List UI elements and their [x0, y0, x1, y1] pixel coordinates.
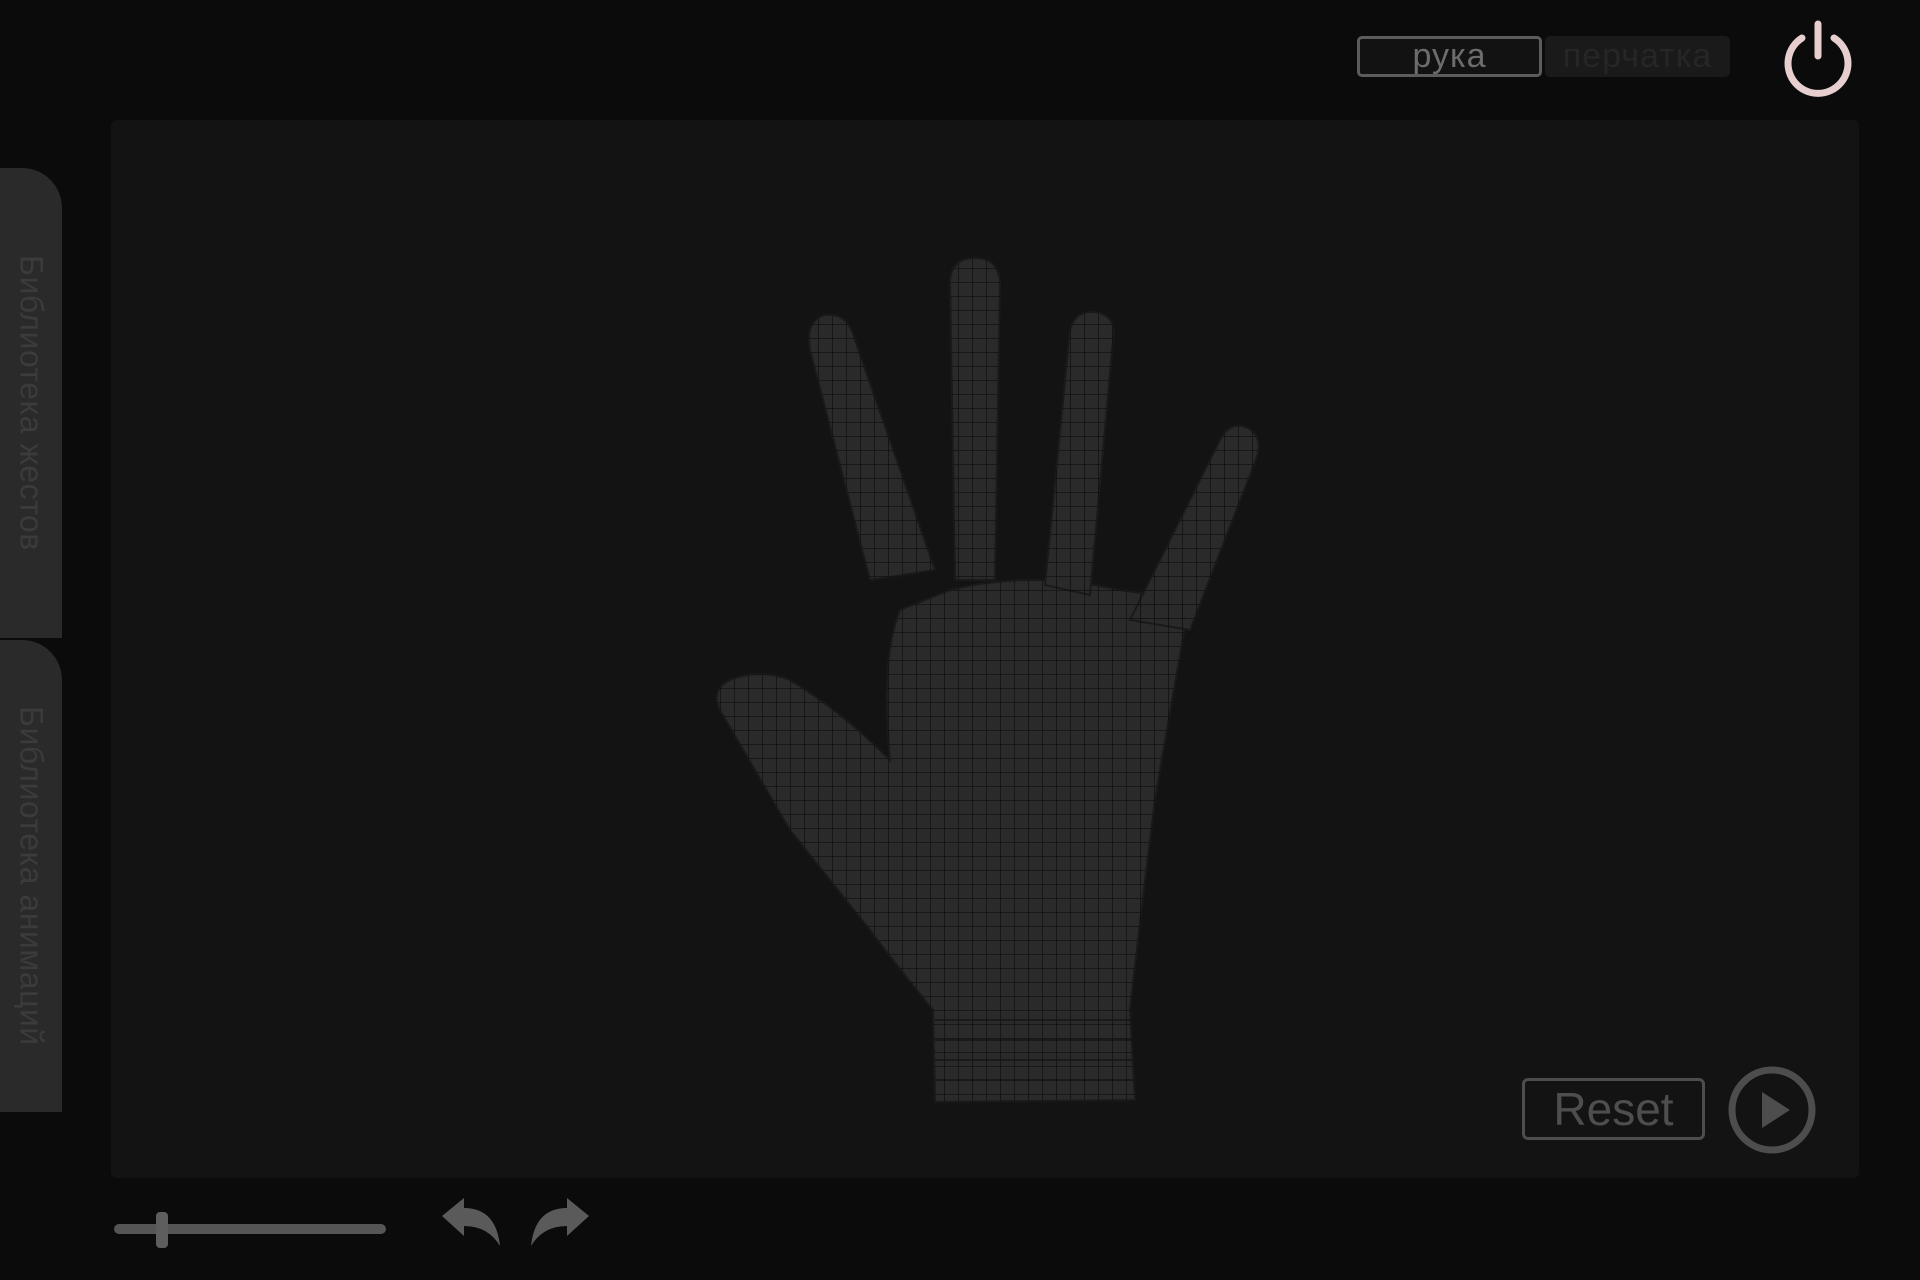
slider-track — [114, 1224, 386, 1234]
mode-toggle: рука перчатка — [1357, 36, 1730, 77]
power-icon[interactable] — [1778, 20, 1858, 100]
play-icon[interactable] — [1726, 1064, 1818, 1156]
undo-icon[interactable] — [438, 1196, 504, 1250]
timeline-slider[interactable] — [114, 1210, 386, 1250]
redo-icon[interactable] — [527, 1196, 593, 1250]
animation-library-label: Библиотека анимаций — [13, 706, 50, 1046]
glove-mode-button[interactable]: перчатка — [1545, 36, 1730, 77]
gesture-library-tab[interactable]: Библиотека жестов — [0, 168, 62, 638]
reset-button[interactable]: Reset — [1522, 1078, 1705, 1140]
animation-library-tab[interactable]: Библиотека анимаций — [0, 640, 62, 1112]
gesture-library-label: Библиотека жестов — [13, 255, 50, 551]
hand-mode-button[interactable]: рука — [1357, 36, 1542, 77]
slider-thumb[interactable] — [156, 1212, 168, 1248]
hand-model[interactable] — [650, 240, 1270, 1120]
